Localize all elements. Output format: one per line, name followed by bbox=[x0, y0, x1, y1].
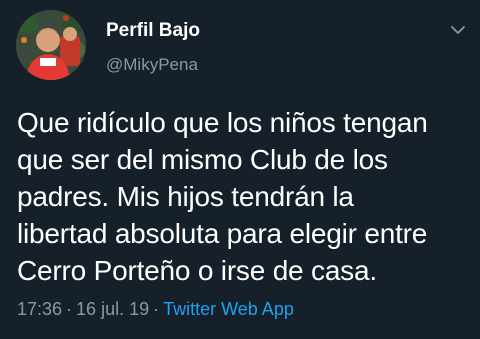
tweet-text-line: Que ridículo que los niños tengan bbox=[17, 107, 428, 138]
avatar-photo-icon bbox=[16, 10, 86, 80]
chevron-down-icon bbox=[451, 26, 465, 34]
tweet-text-line: libertad absoluta para elegir entre bbox=[17, 218, 428, 249]
user-handle[interactable]: @MikyPena bbox=[106, 55, 198, 75]
tweet-menu-button[interactable] bbox=[446, 20, 470, 40]
tweet-text: Que ridículo que los niños tengan que se… bbox=[17, 104, 475, 289]
display-name[interactable]: Perfil Bajo bbox=[106, 20, 200, 42]
tweet-date[interactable]: 16 jul. 19 bbox=[76, 299, 149, 319]
tweet-text-line: padres. Mis hijos tendrán la bbox=[17, 181, 354, 212]
tweet-meta: 17:36 · 16 jul. 19 · Twitter Web App bbox=[17, 298, 294, 320]
tweet-card: Perfil Bajo @MikyPena Que ridículo que l… bbox=[0, 0, 480, 339]
meta-separator: · bbox=[153, 299, 160, 319]
meta-separator: · bbox=[66, 299, 73, 319]
tweet-source-link[interactable]: Twitter Web App bbox=[163, 299, 294, 319]
tweet-time[interactable]: 17:36 bbox=[17, 299, 62, 319]
avatar[interactable] bbox=[16, 10, 86, 80]
tweet-text-line: que ser del mismo Club de los bbox=[17, 144, 388, 175]
tweet-text-line: Cerro Porteño o irse de casa. bbox=[17, 255, 377, 286]
